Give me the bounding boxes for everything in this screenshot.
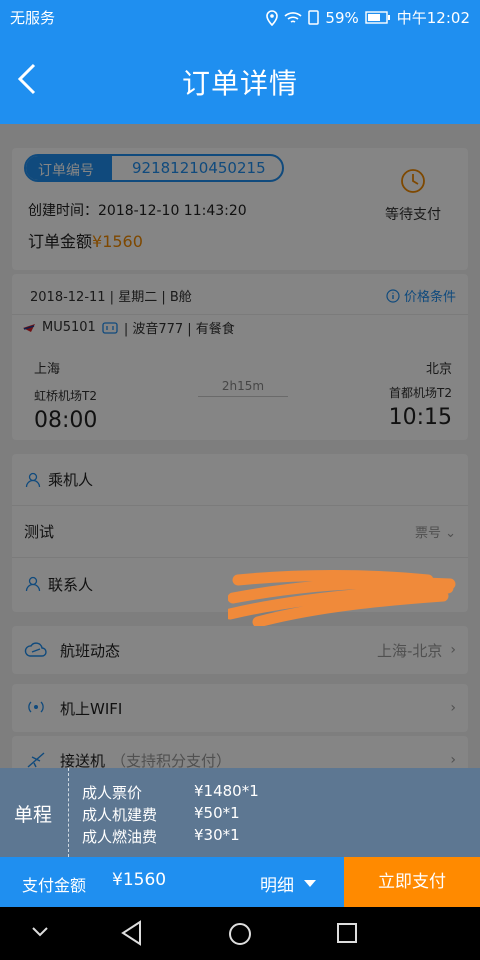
sim-icon — [308, 10, 320, 25]
pay-bar: 支付金额 ¥1560 明细 立即支付 — [0, 857, 480, 907]
carrier-text: 无服务 — [10, 9, 56, 27]
back-triangle-icon[interactable] — [120, 920, 144, 946]
wifi-icon — [284, 11, 302, 23]
caret-down-icon — [304, 879, 316, 887]
header: 订单详情 — [0, 34, 480, 124]
breakdown-value: ¥1480*1 — [194, 782, 259, 800]
pay-amount-label: 支付金额 — [22, 876, 87, 895]
detail-label: 明细 — [260, 876, 294, 896]
page-title: 订单详情 — [181, 67, 298, 100]
location-icon — [266, 9, 279, 26]
pay-amount-value: ¥1560 — [112, 870, 167, 890]
status-bar: 无服务 59% 中午12:02 — [0, 0, 480, 34]
breakdown-item: 成人燃油费 ¥30*1 — [82, 826, 240, 847]
battery-percent: 59% — [325, 8, 359, 27]
breakdown-value: ¥50*1 — [194, 804, 240, 822]
breakdown-label: 成人票价 — [82, 784, 143, 802]
home-circle-icon[interactable] — [227, 921, 253, 947]
dim-overlay[interactable] — [0, 124, 480, 857]
battery-icon — [365, 11, 390, 24]
divider — [68, 768, 69, 857]
recent-apps-icon[interactable] — [336, 922, 358, 944]
breakdown-item: 成人票价 ¥1480*1 — [82, 782, 259, 803]
trip-type: 单程 — [14, 804, 53, 826]
chevron-down-icon[interactable] — [30, 925, 50, 939]
redaction-scribble — [228, 570, 456, 626]
system-nav-bar — [0, 907, 480, 960]
price-breakdown-panel: 单程 成人票价 ¥1480*1 成人机建费 ¥50*1 成人燃油费 ¥30*1 — [0, 768, 480, 857]
clock-text: 中午12:02 — [396, 9, 470, 27]
breakdown-label: 成人机建费 — [82, 806, 158, 824]
breakdown-item: 成人机建费 ¥50*1 — [82, 804, 240, 825]
status-icons: 59% 中午12:02 — [266, 7, 470, 28]
detail-toggle-button[interactable]: 明细 — [260, 871, 316, 896]
breakdown-value: ¥30*1 — [194, 826, 240, 844]
pay-now-button[interactable]: 立即支付 — [344, 857, 480, 907]
breakdown-label: 成人燃油费 — [82, 828, 158, 846]
